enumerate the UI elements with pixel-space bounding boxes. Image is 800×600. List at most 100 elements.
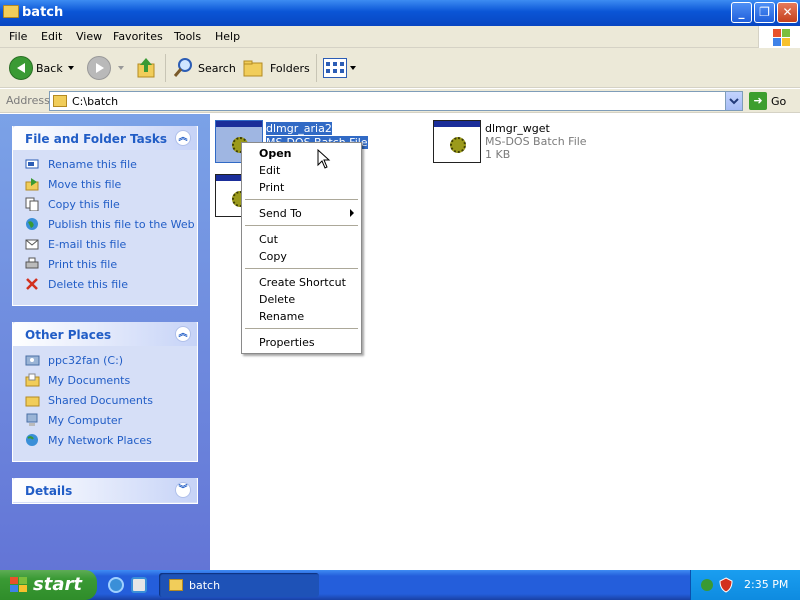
task-print[interactable]: Print this file xyxy=(13,254,197,274)
close-button[interactable]: ✕ xyxy=(777,2,798,23)
drive-icon xyxy=(25,355,40,366)
context-copy[interactable]: Copy xyxy=(259,250,287,263)
collapse-chevron-icon[interactable]: ︽ xyxy=(175,130,191,146)
expand-chevron-icon[interactable]: ︾ xyxy=(175,482,191,498)
place-my-computer[interactable]: My Computer xyxy=(13,410,197,430)
explorer-window: batch _ ❐ ✕ File Edit View Favorites Too… xyxy=(0,0,800,570)
file-name[interactable]: dlmgr_aria2 xyxy=(266,122,332,135)
taskbar-item-label[interactable]: batch xyxy=(189,579,220,592)
task-email[interactable]: E-mail this file xyxy=(13,234,197,254)
folders-button-label[interactable]: Folders xyxy=(270,62,310,75)
search-button-label[interactable]: Search xyxy=(198,62,236,75)
file-name[interactable]: dlmgr_wget xyxy=(485,122,550,135)
task-label[interactable]: Print this file xyxy=(48,258,117,271)
menu-favorites[interactable]: Favorites xyxy=(113,30,163,43)
place-drive-c[interactable]: ppc32fan (C:) xyxy=(13,350,197,370)
task-copy[interactable]: Copy this file xyxy=(13,194,197,214)
task-rename[interactable]: Rename this file xyxy=(13,154,197,174)
task-label[interactable]: E-mail this file xyxy=(48,238,126,251)
menu-help[interactable]: Help xyxy=(215,30,240,43)
menu-file[interactable]: File xyxy=(9,30,27,43)
email-icon xyxy=(25,239,39,250)
menu-view[interactable]: View xyxy=(76,30,102,43)
mouse-cursor-icon xyxy=(317,149,331,169)
show-desktop-icon[interactable] xyxy=(131,577,147,593)
up-folder-icon[interactable] xyxy=(136,56,158,80)
forward-dropdown-icon[interactable] xyxy=(118,66,124,70)
address-dropdown-button[interactable] xyxy=(725,92,742,110)
submenu-arrow-icon xyxy=(350,209,354,217)
address-label: Address xyxy=(6,94,50,107)
context-open[interactable]: Open xyxy=(259,147,292,160)
back-button-label[interactable]: Back xyxy=(36,62,63,75)
menu-edit[interactable]: Edit xyxy=(41,30,62,43)
place-label[interactable]: My Network Places xyxy=(48,434,152,447)
start-button[interactable]: start xyxy=(0,570,97,600)
address-input[interactable]: C:\batch xyxy=(49,91,743,111)
maximize-button[interactable]: ❐ xyxy=(754,2,775,23)
forward-arrow-icon[interactable] xyxy=(87,56,111,80)
computer-icon xyxy=(26,413,38,426)
toolbar-separator xyxy=(165,54,166,82)
menu-separator xyxy=(245,225,358,226)
task-label[interactable]: Rename this file xyxy=(48,158,137,171)
internet-explorer-icon[interactable] xyxy=(108,577,124,593)
task-publish[interactable]: Publish this file to the Web xyxy=(13,214,197,234)
address-bar: Address C:\batch ➜ Go xyxy=(0,89,800,113)
security-shield-icon[interactable] xyxy=(719,577,733,593)
place-network[interactable]: My Network Places xyxy=(13,430,197,450)
minimize-button[interactable]: _ xyxy=(731,2,752,23)
menu-bar: File Edit View Favorites Tools Help xyxy=(0,26,800,48)
context-rename[interactable]: Rename xyxy=(259,310,304,323)
place-label[interactable]: My Computer xyxy=(48,414,122,427)
task-move[interactable]: Move this file xyxy=(13,174,197,194)
collapse-chevron-icon[interactable]: ︽ xyxy=(175,326,191,342)
place-label[interactable]: My Documents xyxy=(48,374,130,387)
task-pane: File and Folder Tasks ︽ Rename this file … xyxy=(0,114,210,570)
search-icon[interactable] xyxy=(172,56,194,80)
network-tray-icon[interactable] xyxy=(700,577,714,593)
address-value[interactable]: C:\batch xyxy=(72,95,118,108)
place-label[interactable]: Shared Documents xyxy=(48,394,153,407)
views-icon[interactable] xyxy=(323,58,347,78)
taskbar-item-batch[interactable]: batch xyxy=(159,573,319,597)
place-shared-documents[interactable]: Shared Documents xyxy=(13,390,197,410)
copy-icon xyxy=(25,197,39,211)
folders-icon[interactable] xyxy=(243,58,267,78)
task-delete[interactable]: Delete this file xyxy=(13,274,197,294)
task-label[interactable]: Delete this file xyxy=(48,278,128,291)
task-label[interactable]: Copy this file xyxy=(48,198,120,211)
place-my-documents[interactable]: My Documents xyxy=(13,370,197,390)
go-arrow-icon[interactable]: ➜ xyxy=(749,92,767,110)
back-dropdown-icon[interactable] xyxy=(68,66,74,70)
context-cut[interactable]: Cut xyxy=(259,233,278,246)
menu-separator xyxy=(245,328,358,329)
context-create-shortcut[interactable]: Create Shortcut xyxy=(259,276,346,289)
context-send-to[interactable]: Send To xyxy=(259,207,302,220)
back-arrow-icon[interactable] xyxy=(9,56,33,80)
panel-title: Other Places xyxy=(25,328,112,342)
context-edit[interactable]: Edit xyxy=(259,164,280,177)
folder-icon xyxy=(53,95,67,107)
menu-separator xyxy=(245,268,358,269)
menu-separator xyxy=(245,199,358,200)
batch-file-icon[interactable] xyxy=(433,120,481,163)
panel-header[interactable]: Details ︾ xyxy=(13,478,197,502)
context-properties[interactable]: Properties xyxy=(259,336,315,349)
task-label[interactable]: Publish this file to the Web xyxy=(48,218,195,231)
menu-tools[interactable]: Tools xyxy=(174,30,201,43)
windows-flag-icon xyxy=(10,577,27,592)
context-delete[interactable]: Delete xyxy=(259,293,295,306)
panel-header[interactable]: Other Places ︽ xyxy=(13,322,197,346)
start-label[interactable]: start xyxy=(33,574,82,595)
clock[interactable]: 2:35 PM xyxy=(744,578,788,591)
task-label[interactable]: Move this file xyxy=(48,178,121,191)
details-panel: Details ︾ xyxy=(12,478,198,504)
go-button-label[interactable]: Go xyxy=(771,95,786,108)
views-dropdown-icon[interactable] xyxy=(350,66,356,70)
taskbar: start batch 2:35 PM xyxy=(0,570,800,600)
panel-header[interactable]: File and Folder Tasks ︽ xyxy=(13,126,197,150)
title-bar[interactable]: batch _ ❐ ✕ xyxy=(0,0,800,26)
place-label[interactable]: ppc32fan (C:) xyxy=(48,354,123,367)
context-print[interactable]: Print xyxy=(259,181,284,194)
